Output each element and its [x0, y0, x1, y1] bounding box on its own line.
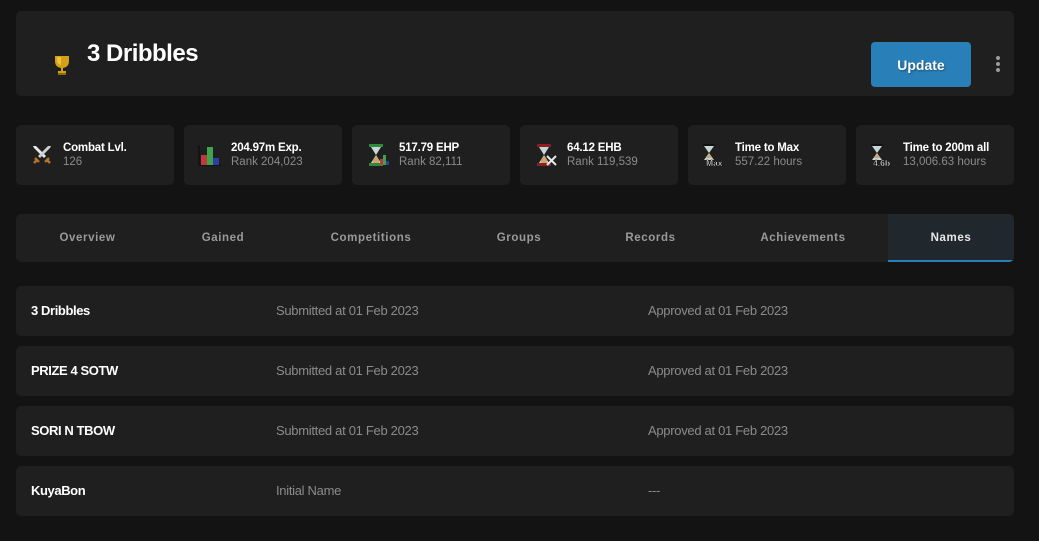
tab-names[interactable]: Names: [888, 214, 1014, 262]
stat-label: Time to 200m all: [903, 142, 990, 154]
stat-value: Rank 82,111: [399, 156, 463, 168]
hourglass-200m-icon: 4.6b: [871, 144, 890, 167]
stat-label: 204.97m Exp.: [231, 142, 302, 154]
name-change-row: PRIZE 4 SOTW Submitted at 01 Feb 2023 Ap…: [16, 346, 1014, 396]
stat-label: 64.12 EHB: [567, 142, 622, 154]
approved-date: Approved at 01 Feb 2023: [648, 423, 788, 438]
submitted-date: Submitted at 01 Feb 2023: [276, 423, 419, 438]
bar-chart-icon: [198, 145, 221, 166]
stat-time-to-max: Max Time to Max 557.22 hours: [688, 125, 846, 185]
name-change-row: SORI N TBOW Submitted at 01 Feb 2023 App…: [16, 406, 1014, 456]
hourglass-max-icon: Max: [703, 144, 723, 167]
submitted-date: Submitted at 01 Feb 2023: [276, 303, 419, 318]
player-name-title: 3 Dribbles: [87, 40, 199, 67]
stat-experience: 204.97m Exp. Rank 204,023: [184, 125, 342, 185]
tab-competitions[interactable]: Competitions: [287, 214, 455, 262]
hourglass-combat-icon: [537, 144, 557, 166]
player-header: 3 Dribbles Update: [16, 11, 1014, 96]
tab-gained[interactable]: Gained: [159, 214, 287, 262]
name-value: SORI N TBOW: [31, 423, 115, 438]
tab-records[interactable]: Records: [583, 214, 718, 262]
stat-label: 517.79 EHP: [399, 142, 460, 154]
stat-value: 13,006.63 hours: [903, 156, 987, 168]
stat-value: 557.22 hours: [735, 156, 803, 168]
tab-groups[interactable]: Groups: [455, 214, 583, 262]
trophy-icon: [55, 56, 69, 75]
stats-row: Combat Lvl. 126 204.97m Exp. Rank 204,02…: [16, 125, 1014, 185]
200m-badge: 4.6b: [873, 158, 890, 167]
stat-value: Rank 204,023: [231, 156, 303, 168]
name-change-row: KuyaBon Initial Name ---: [16, 466, 1014, 516]
approved-date: Approved at 01 Feb 2023: [648, 363, 788, 378]
stat-value: 126: [63, 156, 83, 168]
profile-tabs: Overview Gained Competitions Groups Reco…: [16, 214, 1014, 262]
stat-value: Rank 119,539: [567, 156, 638, 168]
hourglass-skills-icon: [369, 144, 389, 166]
name-change-row: 3 Dribbles Submitted at 01 Feb 2023 Appr…: [16, 286, 1014, 336]
stat-time-to-200m: 4.6b Time to 200m all 13,006.63 hours: [856, 125, 1014, 185]
update-button[interactable]: Update: [871, 42, 971, 87]
max-badge: Max: [706, 158, 723, 167]
submitted-date: Submitted at 01 Feb 2023: [276, 363, 419, 378]
tab-achievements[interactable]: Achievements: [718, 214, 888, 262]
stat-label: Time to Max: [735, 142, 800, 154]
approved-date: ---: [648, 483, 661, 498]
more-vertical-icon[interactable]: [990, 55, 1006, 75]
stat-ehp: 517.79 EHP Rank 82,111: [352, 125, 510, 185]
name-value: 3 Dribbles: [31, 303, 90, 318]
stat-combat-level: Combat Lvl. 126: [16, 125, 174, 185]
stat-label: Combat Lvl.: [63, 142, 127, 154]
stat-ehb: 64.12 EHB Rank 119,539: [520, 125, 678, 185]
tab-overview[interactable]: Overview: [16, 214, 159, 262]
submitted-date: Initial Name: [276, 483, 342, 498]
name-value: KuyaBon: [31, 483, 86, 498]
approved-date: Approved at 01 Feb 2023: [648, 303, 788, 318]
crossed-swords-icon: [33, 146, 51, 164]
name-value: PRIZE 4 SOTW: [31, 363, 118, 378]
